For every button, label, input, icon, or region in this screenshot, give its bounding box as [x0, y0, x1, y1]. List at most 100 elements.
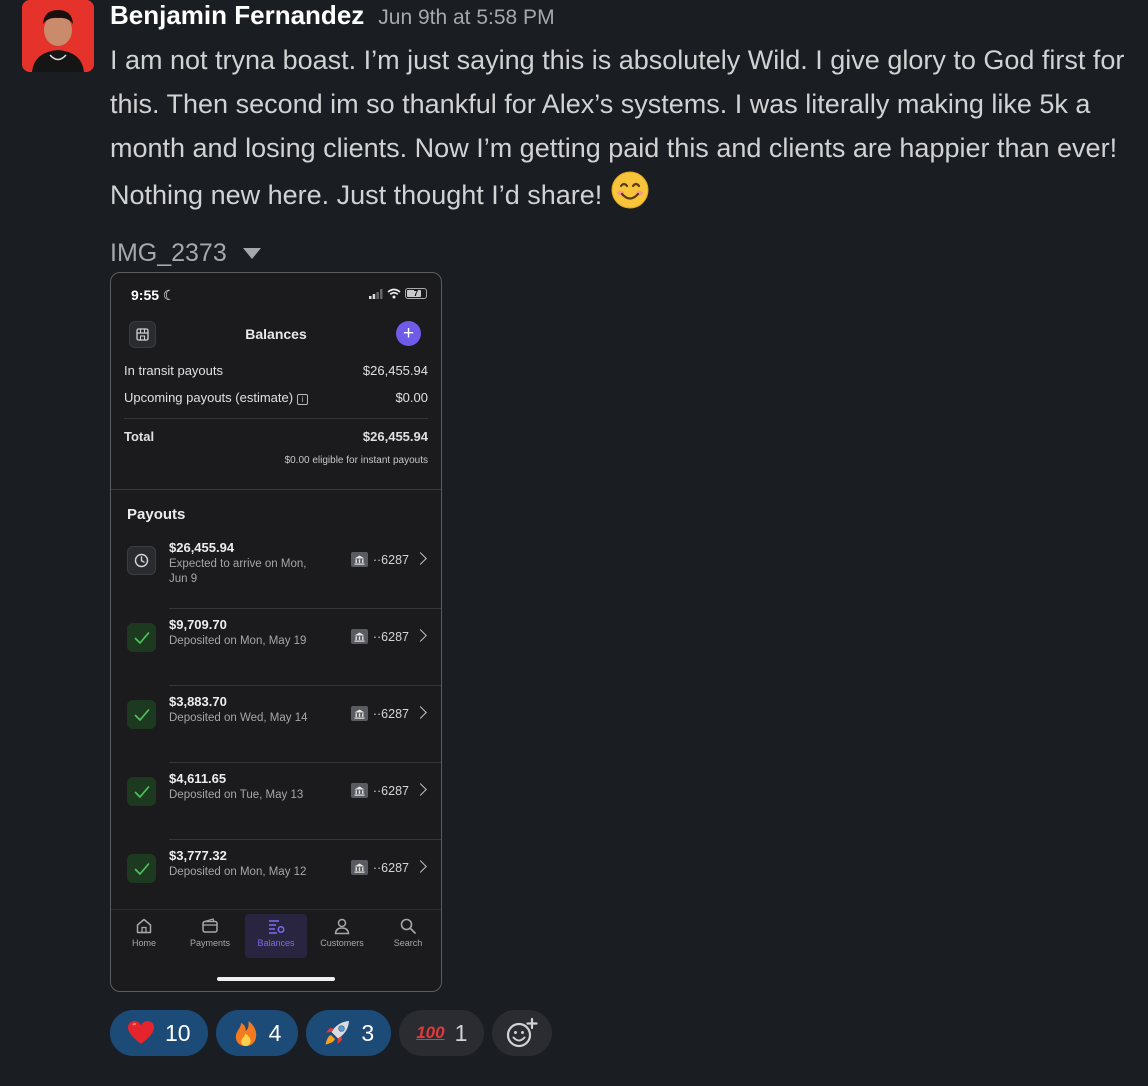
payouts-heading: Payouts — [127, 506, 186, 523]
payout-row[interactable]: $26,455.94 Expected to arrive on Mon, Ju… — [111, 532, 441, 609]
payout-row[interactable]: $9,709.70 Deposited on Mon, May 19 ··628… — [111, 609, 441, 686]
check-icon — [127, 623, 156, 652]
tab-customers[interactable]: Customers — [311, 914, 373, 958]
tab-search[interactable]: Search — [377, 914, 439, 958]
wifi-icon — [387, 288, 401, 299]
section-divider — [111, 489, 441, 490]
divider — [124, 418, 428, 419]
hundred-points-icon: 100 — [416, 1023, 445, 1042]
tab-payments[interactable]: Payments — [179, 914, 241, 958]
reaction-count: 4 — [268, 1019, 282, 1046]
smiling-face-emoji-icon — [610, 170, 650, 223]
phone-tab-bar: Home Payments Balances Customers Search — [111, 909, 441, 965]
reaction-count: 1 — [454, 1019, 468, 1046]
payout-row[interactable]: $4,611.65 Deposited on Tue, May 13 ··628… — [111, 763, 441, 840]
tab-balances[interactable]: Balances — [245, 914, 307, 958]
payout-account: ··6287 — [350, 706, 409, 721]
author-name[interactable]: Benjamin Fernandez — [110, 0, 364, 31]
reactions-bar: 10 4 3 100 1 — [110, 1010, 553, 1056]
chevron-right-icon[interactable] — [414, 860, 427, 873]
payout-account: ··6287 — [350, 860, 409, 875]
plus-icon: + — [402, 323, 415, 344]
chevron-right-icon[interactable] — [414, 783, 427, 796]
fire-icon — [235, 1021, 256, 1046]
message: Benjamin Fernandez Jun 9th at 5:58 PM I … — [110, 0, 1140, 275]
attachment-name[interactable]: IMG_2373 — [110, 239, 227, 268]
search-icon — [399, 914, 417, 938]
clock-icon — [127, 546, 156, 575]
payout-amount: $9,709.70 — [169, 617, 227, 632]
payout-amount: $4,611.65 — [169, 771, 227, 786]
in-transit-label: In transit payouts — [124, 363, 223, 378]
attachment-header[interactable]: IMG_2373 — [110, 231, 1140, 275]
check-icon — [127, 854, 156, 883]
payout-account: ··6287 — [350, 552, 409, 567]
avatar-photo — [22, 0, 94, 72]
instant-eligible-note: $0.00 eligible for instant payouts — [284, 455, 428, 466]
upcoming-value: $0.00 — [395, 390, 428, 405]
bank-icon — [350, 783, 368, 798]
reaction-count: 3 — [361, 1019, 375, 1046]
check-icon — [127, 777, 156, 806]
check-icon — [127, 700, 156, 729]
payout-amount: $26,455.94 — [169, 540, 235, 555]
red-heart-icon — [128, 1021, 154, 1044]
status-icons: 7 — [369, 288, 427, 299]
payout-amount: $3,777.32 — [169, 848, 227, 863]
chevron-right-icon[interactable] — [414, 629, 427, 642]
reaction-red-heart[interactable]: 10 — [110, 1010, 208, 1056]
payout-description: Deposited on Tue, May 13 — [169, 789, 304, 801]
payout-description: Deposited on Mon, May 19 — [169, 635, 307, 647]
page-title: Balances — [245, 326, 307, 342]
rocket-icon — [325, 1021, 350, 1045]
message-header: Benjamin Fernandez Jun 9th at 5:58 PM — [110, 0, 1140, 34]
signal-icon — [369, 288, 383, 299]
add-button[interactable]: + — [396, 321, 421, 346]
chevron-right-icon[interactable] — [414, 706, 427, 719]
payout-description: Deposited on Wed, May 14 — [169, 712, 308, 724]
tab-label: Home — [131, 938, 156, 948]
message-text: I am not tryna boast. I’m just saying th… — [110, 38, 1140, 223]
message-timestamp[interactable]: Jun 9th at 5:58 PM — [378, 6, 554, 30]
battery-icon: 7 — [405, 288, 427, 299]
avatar[interactable] — [22, 0, 94, 72]
upcoming-label: Upcoming payouts (estimate) — [124, 390, 294, 405]
total-row: Total $26,455.94 — [124, 429, 428, 444]
tab-home[interactable]: Home — [113, 914, 175, 958]
bank-icon — [350, 552, 368, 567]
balances-icon — [267, 914, 285, 938]
total-label: Total — [124, 429, 155, 444]
payout-description: Deposited on Mon, May 12 — [169, 866, 307, 878]
reaction-fire[interactable]: 4 — [215, 1010, 299, 1056]
reaction-hundred-points[interactable]: 100 1 — [399, 1010, 485, 1056]
bank-icon — [350, 706, 368, 721]
chevron-right-icon[interactable] — [414, 552, 427, 565]
bank-icon — [350, 629, 368, 644]
reaction-count: 10 — [165, 1019, 191, 1046]
caret-down-icon[interactable] — [242, 247, 261, 259]
tab-label: Search — [393, 938, 423, 948]
tab-label: Balances — [257, 938, 295, 948]
status-time: 9:55 ☾ — [131, 287, 176, 303]
payout-description: Expected to arrive on Mon, Jun 9 — [169, 558, 307, 585]
home-indicator — [217, 977, 335, 981]
bank-icon — [350, 860, 368, 875]
tab-label: Customers — [320, 938, 364, 948]
info-icon[interactable]: i — [297, 394, 309, 405]
payout-account: ··6287 — [350, 629, 409, 644]
payout-row[interactable]: $3,883.70 Deposited on Wed, May 14 ··628… — [111, 686, 441, 763]
attachment-image[interactable]: 9:55 ☾ 7 Balances + In transit payouts $… — [110, 272, 442, 992]
total-value: $26,455.94 — [362, 429, 428, 444]
moon-icon: ☾ — [162, 287, 176, 303]
in-transit-row: In transit payouts $26,455.94 — [124, 363, 428, 378]
payout-row[interactable]: $3,777.32 Deposited on Mon, May 12 ··628… — [111, 840, 441, 917]
wallet-icon — [201, 914, 219, 938]
payout-amount: $3,883.70 — [169, 694, 227, 709]
phone-status-bar: 9:55 ☾ 7 — [111, 273, 441, 317]
add-emoji-icon — [507, 1017, 538, 1048]
phone-top-bar: Balances + — [111, 317, 441, 357]
tab-label: Payments — [189, 938, 231, 948]
home-icon — [135, 914, 153, 938]
add-reaction-button[interactable] — [492, 1010, 553, 1056]
reaction-rocket[interactable]: 3 — [306, 1010, 392, 1056]
